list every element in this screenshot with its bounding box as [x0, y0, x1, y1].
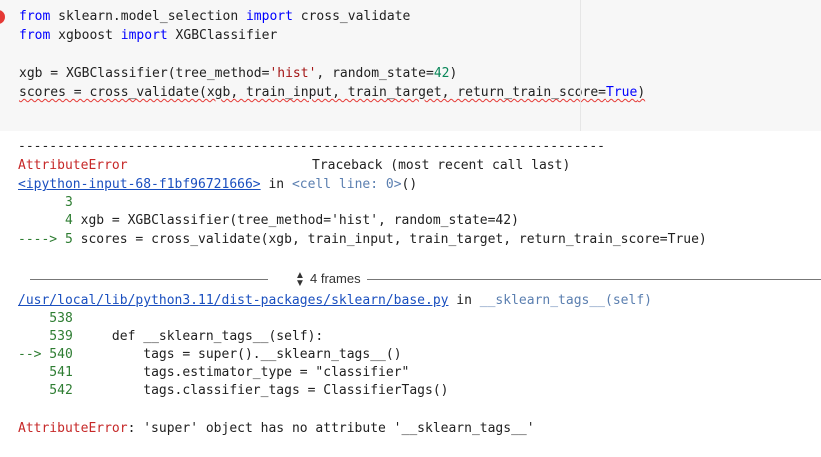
code-line: from xgboost import XGBClassifier [19, 26, 277, 45]
keyword: import [120, 28, 168, 43]
code-text: scores = cross_validate(xgb, train_input… [72, 232, 707, 247]
code-text: tags.estimator_type = "classifier" [72, 365, 410, 380]
source-file-link[interactable]: /usr/local/lib/python3.11/dist-packages/… [18, 293, 448, 308]
cell-line-ref: <cell line: 0> [291, 177, 402, 192]
code-text: ) [449, 66, 458, 81]
frames-label: 4 frames [310, 271, 361, 286]
keyword: import [245, 9, 293, 24]
source-line: 538 [18, 310, 73, 328]
traceback-code-line: ----> 5 scores = cross_validate(xgb, tra… [18, 231, 707, 249]
frames-divider-right [367, 279, 821, 280]
keyword: from [19, 9, 51, 24]
module-name: xgboost [50, 28, 121, 43]
in-word: in [448, 293, 480, 308]
traceback-code-line: 3 [18, 194, 73, 212]
code-text: def __sklearn_tags__(self): [72, 329, 324, 344]
traceback-label: Traceback (most recent call last) [312, 158, 571, 173]
code-cell[interactable]: from sklearn.model_selection import cros… [0, 0, 821, 131]
code-text: ) [637, 85, 646, 100]
frames-divider-left [30, 279, 268, 280]
traceback-code-line: 4 xgb = XGBClassifier(tree_method='hist'… [18, 212, 519, 230]
ipython-input-link[interactable]: <ipython-input-68-f1bf96721666> [18, 177, 261, 192]
collapsed-frames-row: ▲ ▼ 4 frames [30, 269, 821, 289]
line-number: 3 [18, 195, 73, 210]
traceback-location: <ipython-input-68-f1bf96721666> in <cell… [18, 176, 417, 194]
source-line: 539 def __sklearn_tags__(self): [18, 328, 323, 346]
final-error-line: AttributeError: 'super' object has no at… [18, 420, 535, 438]
cell-output: ----------------------------------------… [18, 131, 821, 457]
line-number: 538 [18, 311, 73, 326]
in-word: in [260, 177, 292, 192]
code-text: xgb = XGBClassifier(tree_method='hist', … [72, 213, 519, 228]
traceback-separator: ----------------------------------------… [18, 139, 605, 154]
line-arrow: ----> 5 [18, 232, 73, 247]
keyword: True [606, 85, 638, 100]
error-name: AttributeError [18, 158, 128, 173]
chevron-up-down-icon: ▲ ▼ [295, 269, 305, 289]
keyword: from [19, 28, 51, 43]
code-line: scores = cross_validate(xgb, train_input… [19, 83, 645, 102]
module-name: sklearn.model_selection [50, 9, 246, 24]
source-line: --> 540 tags = super().__sklearn_tags__(… [18, 346, 402, 364]
editor-divider [580, 0, 581, 131]
function-name: __sklearn_tags__(self) [479, 293, 652, 308]
traceback-header: AttributeError Traceback (most recent cal… [18, 157, 570, 175]
line-arrow: --> 540 [18, 347, 73, 362]
number-literal: 42 [433, 66, 450, 81]
code-text: xgb = XGBClassifier(tree_method= [19, 66, 270, 81]
code-editor[interactable]: from sklearn.model_selection import cros… [19, 7, 645, 125]
error-name: AttributeError [18, 421, 128, 436]
line-number: 4 [18, 213, 73, 228]
code-text: scores = cross_validate(xgb, train_input… [19, 85, 606, 100]
import-name: XGBClassifier [167, 28, 278, 43]
source-line: 541 tags.estimator_type = "classifier" [18, 364, 409, 382]
line-number: 539 [18, 329, 73, 344]
expand-frames-button[interactable]: ▲ ▼ 4 frames [294, 269, 361, 289]
code-text: tags = super().__sklearn_tags__() [72, 347, 402, 362]
error-message: : 'super' object has no attribute '__skl… [127, 421, 535, 436]
code-text: , random_state= [316, 66, 434, 81]
traceback-location: /usr/local/lib/python3.11/dist-packages/… [18, 292, 652, 310]
code-text: tags.classifier_tags = ClassifierTags() [72, 383, 449, 398]
code-line: from sklearn.model_selection import cros… [19, 7, 410, 26]
import-name: cross_validate [292, 9, 411, 24]
line-number: 541 [18, 365, 73, 380]
code-line: xgb = XGBClassifier(tree_method='hist', … [19, 64, 457, 83]
cell-parens: () [401, 177, 418, 192]
string-literal: 'hist' [269, 66, 317, 81]
source-line: 542 tags.classifier_tags = ClassifierTag… [18, 382, 448, 400]
line-number: 542 [18, 383, 73, 398]
run-cell-button[interactable] [0, 10, 5, 24]
